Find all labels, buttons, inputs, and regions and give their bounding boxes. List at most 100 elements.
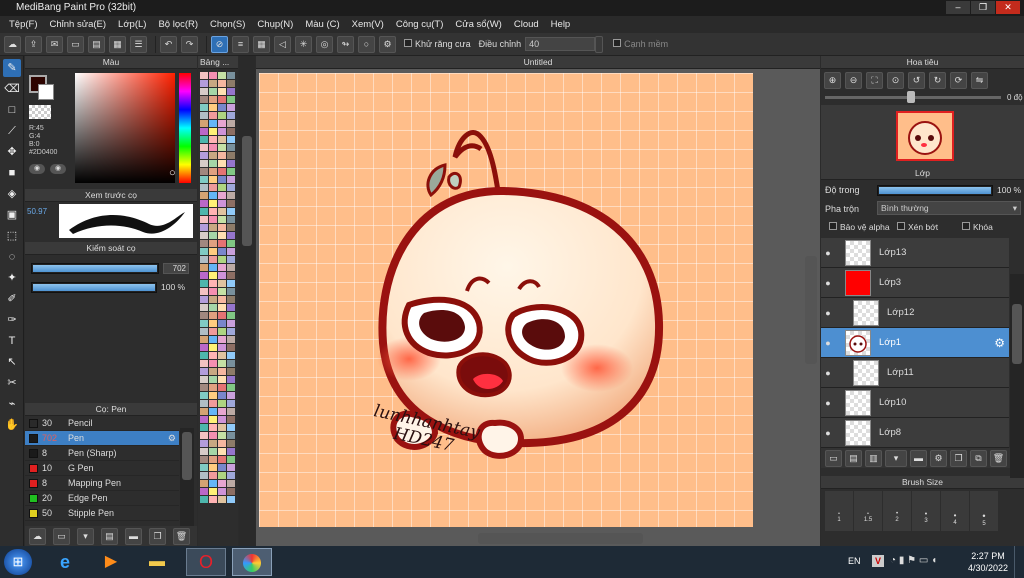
palette-swatch[interactable] (218, 288, 226, 295)
palette-swatch[interactable] (218, 72, 226, 79)
snap-settings-icon[interactable]: ⚙ (379, 35, 396, 53)
palette-swatch[interactable] (227, 256, 235, 263)
palette-swatch[interactable] (200, 416, 208, 423)
brush-opacity-slider[interactable] (31, 282, 157, 293)
palette-swatch[interactable] (200, 104, 208, 111)
volume-icon[interactable]: ◔ (890, 555, 896, 566)
palette-swatch[interactable] (209, 112, 217, 119)
palette-swatch[interactable] (218, 320, 226, 327)
palette-swatch[interactable] (218, 80, 226, 87)
radial-snap-icon[interactable]: ✳ (295, 35, 312, 53)
palette-swatch[interactable] (218, 160, 226, 167)
comment-icon[interactable]: ✉ (46, 35, 63, 53)
settings-icon[interactable]: ☰ (130, 35, 147, 53)
palette-swatch[interactable] (218, 280, 226, 287)
palette-swatch[interactable] (209, 344, 217, 351)
palette-swatch[interactable] (209, 472, 217, 479)
palette-swatch[interactable] (200, 72, 208, 79)
palette-swatch[interactable] (218, 392, 226, 399)
brush-list-scrollbar[interactable] (180, 428, 194, 536)
palette-swatch[interactable] (200, 352, 208, 359)
folder-icon[interactable]: ▬ (125, 527, 142, 545)
palette-swatch[interactable] (227, 408, 235, 415)
rotate-right-icon[interactable]: ↻ (929, 72, 946, 89)
palette-swatch[interactable] (227, 416, 235, 423)
palette-swatch[interactable] (200, 192, 208, 199)
medibang-taskbar-icon[interactable] (232, 548, 272, 576)
palette-swatch[interactable] (218, 464, 226, 471)
palette-swatch[interactable] (218, 424, 226, 431)
actual-size-icon[interactable]: ⊙ (887, 72, 904, 89)
palette-swatch[interactable] (200, 288, 208, 295)
palette-swatch[interactable] (200, 432, 208, 439)
palette-swatch[interactable] (200, 176, 208, 183)
palette-swatch[interactable] (218, 256, 226, 263)
saturation-value-picker[interactable] (75, 73, 175, 183)
brush-list-item[interactable]: 702 Pen ⚙ (25, 431, 179, 446)
palette-swatch[interactable] (200, 400, 208, 407)
palette-swatch[interactable] (200, 360, 208, 367)
palette-swatch[interactable] (218, 88, 226, 95)
select-tool-icon[interactable]: ⬚ (3, 227, 21, 245)
palette-swatch[interactable] (200, 464, 208, 471)
palette-swatch[interactable] (209, 376, 217, 383)
palette-swatch[interactable] (218, 136, 226, 143)
language-indicator[interactable]: EN (848, 556, 861, 566)
visibility-eye-icon[interactable]: ● (821, 368, 835, 378)
palette-swatch[interactable] (200, 80, 208, 87)
palette-swatch[interactable] (200, 120, 208, 127)
palette-swatch[interactable] (200, 152, 208, 159)
add-brush-icon[interactable]: ▾ (77, 527, 94, 545)
palette-swatch[interactable] (200, 232, 208, 239)
palette-swatch[interactable] (209, 120, 217, 127)
palette-swatch[interactable] (200, 472, 208, 479)
canvas-tab[interactable]: Untitled (256, 56, 820, 69)
palette-swatch[interactable] (227, 480, 235, 487)
show-desktop-button[interactable] (1014, 546, 1024, 578)
palette-swatch[interactable] (218, 248, 226, 255)
palette-swatch[interactable] (227, 392, 235, 399)
palette-swatch[interactable] (209, 248, 217, 255)
palette-scrollbar[interactable] (239, 56, 255, 546)
palette-swatch[interactable] (209, 80, 217, 87)
magic-wand-icon[interactable]: ✦ (3, 269, 21, 287)
secondary-color-swatch[interactable] (38, 84, 54, 100)
rotation-slider-handle[interactable] (907, 91, 915, 103)
brush-size-3[interactable]: • 3 (912, 491, 940, 531)
visibility-eye-icon[interactable]: ● (821, 428, 835, 438)
palette-swatch[interactable] (227, 328, 235, 335)
drawing-canvas[interactable]: lunhhanhtay HD247 (259, 73, 753, 527)
palette-swatch[interactable] (218, 432, 226, 439)
new-layer-icon[interactable]: ▭ (825, 449, 842, 467)
close-button[interactable]: ✕ (996, 1, 1020, 14)
palette-swatch[interactable] (209, 288, 217, 295)
palette-swatch[interactable] (200, 224, 208, 231)
palette-swatch[interactable] (209, 136, 217, 143)
parallel-snap-icon[interactable]: ≡ (232, 35, 249, 53)
speaker-icon[interactable]: ◖ (931, 555, 937, 566)
palette-swatch[interactable] (218, 216, 226, 223)
layer-row[interactable]: ● Lớp13 (821, 238, 1009, 268)
clipping-checkbox[interactable]: Xén bớt (897, 222, 938, 232)
brush-list-item[interactable]: 30 Pencil (25, 416, 179, 431)
palette-swatch[interactable] (227, 456, 235, 463)
palette-swatch[interactable] (227, 304, 235, 311)
palette-swatch[interactable] (209, 160, 217, 167)
blend-mode-select[interactable]: Bình thường ▾ (877, 201, 1021, 215)
navigator-preview[interactable] (821, 105, 1024, 167)
palette-swatch[interactable] (227, 176, 235, 183)
palette-swatch[interactable] (227, 232, 235, 239)
palette-swatch[interactable] (227, 496, 235, 503)
brush-tool-icon[interactable]: ✎ (3, 59, 21, 77)
brush-size-value[interactable]: 702 (163, 263, 189, 274)
menu-layer[interactable]: Lớp(L) (112, 19, 152, 30)
palette-swatch[interactable] (200, 496, 208, 503)
network-icon[interactable]: ▮ (899, 555, 905, 566)
zoom-in-icon[interactable]: ⊕ (824, 72, 841, 89)
palette-swatch[interactable] (209, 88, 217, 95)
palette-swatch[interactable] (227, 432, 235, 439)
palette-swatch[interactable] (209, 256, 217, 263)
palette-swatch[interactable] (218, 168, 226, 175)
palette-swatch[interactable] (218, 112, 226, 119)
battery-icon[interactable]: ▭ (919, 555, 928, 566)
